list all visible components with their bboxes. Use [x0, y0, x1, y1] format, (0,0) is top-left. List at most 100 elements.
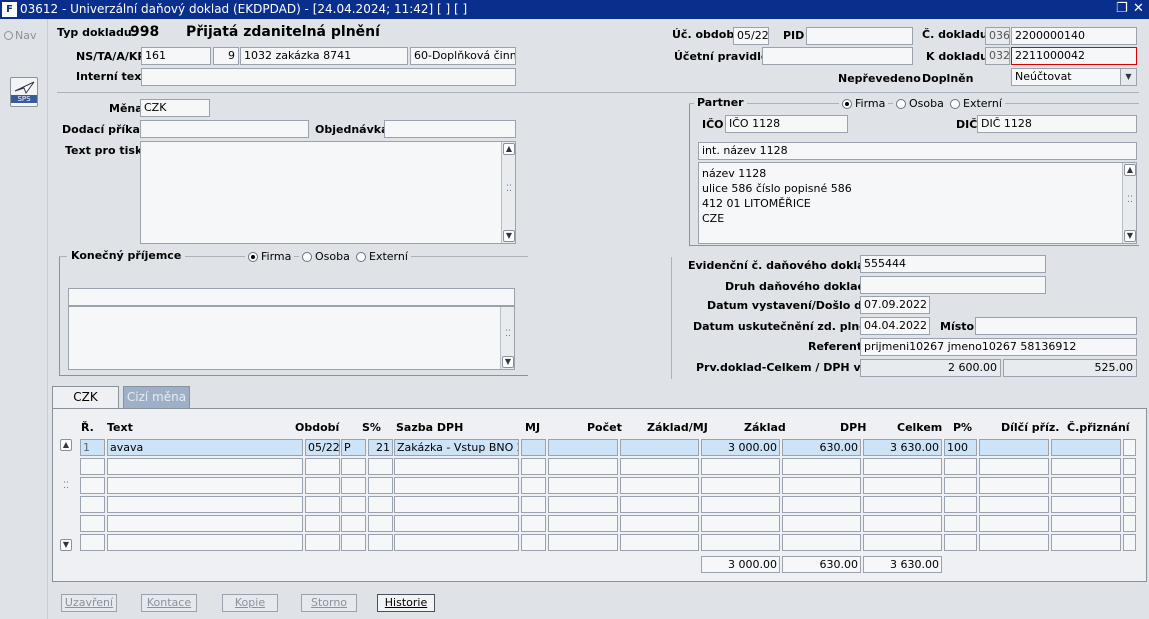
cell-sazba-num[interactable] — [368, 534, 393, 551]
ns-field[interactable]: 161 — [141, 47, 211, 65]
cell-dilci-priz[interactable] — [979, 496, 1049, 513]
cell-text[interactable] — [107, 515, 303, 532]
cell-dph[interactable] — [782, 496, 861, 513]
cell-r[interactable] — [80, 477, 105, 494]
chevron-down-icon[interactable]: ▼ — [1120, 69, 1136, 85]
mena-field[interactable]: CZK — [140, 99, 210, 117]
konecny-area[interactable] — [68, 306, 515, 370]
cell-s-pct[interactable] — [341, 458, 366, 475]
scroll-down-icon[interactable]: ▼ — [1124, 230, 1136, 242]
cell-sazba-dph[interactable] — [394, 534, 519, 551]
objednavka-field[interactable] — [384, 120, 516, 138]
cell-dilci-priz[interactable] — [979, 458, 1049, 475]
cell-celkem[interactable] — [863, 477, 942, 494]
nav-toggle[interactable]: Nav — [4, 29, 36, 42]
cell-mj[interactable] — [521, 439, 546, 456]
cell-zaklad-mj[interactable] — [620, 458, 699, 475]
cell-dilci-priz[interactable] — [979, 534, 1049, 551]
interni-text-field[interactable] — [141, 68, 516, 86]
cell-obdobi[interactable] — [305, 477, 340, 494]
scroll-grip-icon[interactable]: ⁚⁚ — [62, 482, 70, 495]
referent-field[interactable]: prijmeni10267 jmeno10267 58136912 — [860, 338, 1137, 356]
cell-mj[interactable] — [521, 477, 546, 494]
konecny-field-1[interactable] — [68, 288, 515, 306]
cell-text[interactable] — [107, 477, 303, 494]
cell-r[interactable] — [80, 496, 105, 513]
cell-s-pct[interactable] — [341, 496, 366, 513]
cell-r[interactable] — [80, 458, 105, 475]
kontace-button[interactable]: Kontace — [141, 594, 197, 612]
scroll-grip-icon[interactable]: ⁚⁚ — [504, 330, 512, 343]
cell-c-priznani[interactable] — [1051, 458, 1121, 475]
cell-c-priznani[interactable] — [1051, 515, 1121, 532]
cell-r[interactable]: 1 — [80, 439, 105, 456]
cell-sazba-dph[interactable]: Zakázka - Vstup BNO 21 — [394, 439, 519, 456]
cell-p-pct[interactable] — [944, 477, 977, 494]
cell-sazba-num[interactable] — [368, 496, 393, 513]
scroll-grip-icon[interactable]: ⁚⁚ — [1126, 196, 1134, 209]
cell-celkem[interactable] — [863, 515, 942, 532]
partner-radio-firma[interactable]: Firma — [839, 97, 889, 110]
cell-celkem[interactable] — [863, 496, 942, 513]
cell-mj[interactable] — [521, 534, 546, 551]
datum-uskut-field[interactable]: 04.04.2022 — [860, 317, 930, 335]
konecny-radio-osoba[interactable]: Osoba — [299, 250, 353, 263]
historie-button[interactable]: Historie — [377, 594, 435, 612]
cell-text[interactable] — [107, 458, 303, 475]
partner-radio-osoba[interactable]: Osoba — [893, 97, 947, 110]
cell-r[interactable] — [80, 515, 105, 532]
cell-zaklad[interactable] — [701, 458, 780, 475]
k-dokladu-field[interactable]: 2211000042 — [1011, 47, 1137, 65]
restore-icon[interactable]: ❐ — [1116, 1, 1128, 16]
cell-celkem[interactable] — [863, 458, 942, 475]
cell-sazba-dph[interactable] — [394, 496, 519, 513]
cell-zaklad[interactable] — [701, 477, 780, 494]
cell-obdobi[interactable]: 05/22 — [305, 439, 340, 456]
cell-sazba-num[interactable] — [368, 477, 393, 494]
cell-dilci-priz[interactable] — [979, 477, 1049, 494]
uzavreni-button[interactable]: Uzavření — [61, 594, 117, 612]
konecny-scrollbar[interactable]: ⁚⁚ ▼ — [500, 307, 514, 369]
c-dokladu-field[interactable]: 2200000140 — [1011, 27, 1137, 45]
cell-mj[interactable] — [521, 515, 546, 532]
pid-field[interactable] — [806, 27, 913, 45]
cell-sazba-num[interactable] — [368, 458, 393, 475]
cell-text[interactable] — [107, 534, 303, 551]
cell-dph[interactable] — [782, 477, 861, 494]
cell-dilci-priz[interactable] — [979, 439, 1049, 456]
cell-mj[interactable] — [521, 458, 546, 475]
scroll-up-icon[interactable]: ▲ — [1124, 164, 1136, 176]
text-pro-tisk-area[interactable] — [140, 141, 516, 244]
close-icon[interactable]: ✕ — [1133, 1, 1144, 16]
cell-zaklad[interactable] — [701, 496, 780, 513]
cell-sazba-dph[interactable] — [394, 477, 519, 494]
table-scrollbar[interactable]: ▲ ⁚⁚ ▼ — [59, 439, 73, 551]
cell-dph[interactable] — [782, 534, 861, 551]
cell-zaklad[interactable] — [701, 534, 780, 551]
cell-dilci-priz[interactable] — [979, 515, 1049, 532]
ico-field[interactable]: IČO 1128 — [725, 115, 848, 133]
cell-pocet[interactable] — [548, 515, 618, 532]
scroll-down-icon[interactable]: ▼ — [60, 539, 72, 551]
cell-p-pct[interactable] — [944, 515, 977, 532]
cell-pocet[interactable] — [548, 496, 618, 513]
cell-sazba-num[interactable]: 21 — [368, 439, 393, 456]
cell-s-pct[interactable] — [341, 534, 366, 551]
cell-s-pct[interactable] — [341, 515, 366, 532]
konecny-radio-firma[interactable]: Firma — [245, 250, 295, 263]
scroll-down-icon[interactable]: ▼ — [503, 230, 515, 242]
cell-pocet[interactable] — [548, 534, 618, 551]
konecny-radio-externi[interactable]: Externí — [353, 250, 411, 263]
cell-sazba-dph[interactable] — [394, 515, 519, 532]
cell-text[interactable]: avava — [107, 439, 303, 456]
scroll-up-icon[interactable]: ▲ — [60, 439, 72, 451]
cell-p-pct[interactable] — [944, 458, 977, 475]
cell-p-pct[interactable] — [944, 534, 977, 551]
cell-celkem[interactable]: 3 630.00 — [863, 439, 942, 456]
sps-button[interactable]: SPS — [10, 77, 38, 107]
storno-button[interactable]: Storno — [301, 594, 357, 612]
cell-zaklad-mj[interactable] — [620, 477, 699, 494]
kp-field[interactable]: 60-Doplňková činnost — [410, 47, 516, 65]
int-nazev-field[interactable]: int. název 1128 — [698, 142, 1137, 160]
cell-obdobi[interactable] — [305, 515, 340, 532]
